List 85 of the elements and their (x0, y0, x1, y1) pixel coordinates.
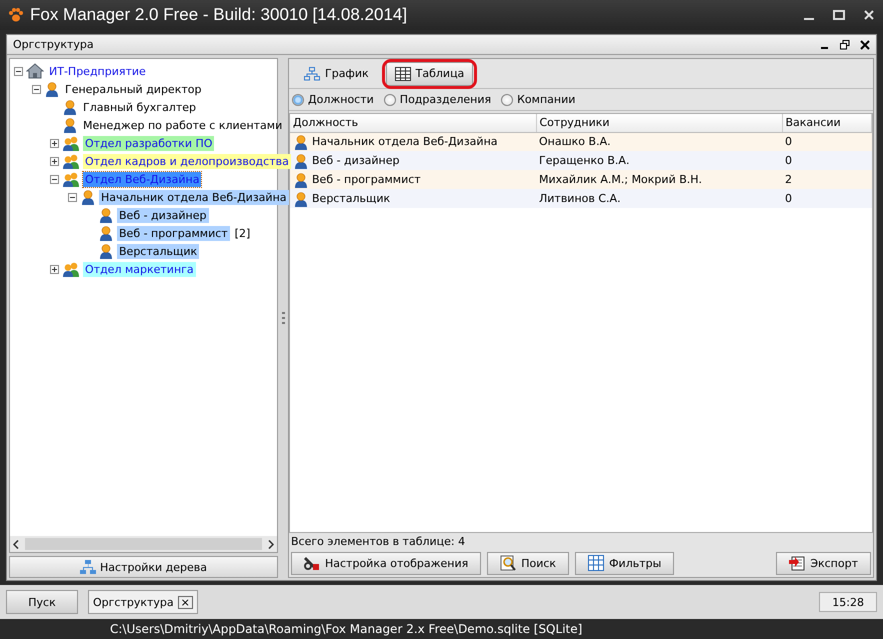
column-header[interactable]: Вакансии (782, 114, 872, 132)
tree-item[interactable]: Генеральный директор (63, 82, 204, 96)
table-cell: Верстальщик (312, 192, 390, 205)
count-text: [2] (234, 226, 250, 240)
column-header[interactable]: Сотрудники (536, 114, 782, 132)
tree-item[interactable]: Отдел кадров и делопроизводства (83, 154, 291, 168)
table-cell: Онашко В.А. (536, 132, 782, 151)
radio-button[interactable] (501, 94, 514, 106)
collapse-icon[interactable] (14, 66, 23, 76)
database-path: C:\Users\Dmitriy\AppData\Roaming\Fox Manager 2.x Free\Demo.sqlite [SQLite] (109, 621, 584, 638)
view-tab[interactable]: График (295, 62, 378, 86)
radio-button[interactable] (384, 94, 396, 106)
people-icon (62, 171, 80, 187)
export-icon (789, 555, 806, 571)
search-icon (500, 555, 516, 571)
hierarchy-icon (304, 66, 320, 80)
radio-label: Компании (517, 93, 576, 106)
table-cell: Веб - дизайнер (312, 154, 400, 167)
toolbar-button[interactable]: Фильтры (575, 552, 674, 574)
tree-item[interactable]: Веб - дизайнер (117, 208, 208, 222)
people-icon (62, 261, 80, 277)
table-cell: Веб - программист (312, 173, 421, 186)
restore-icon[interactable] (840, 40, 850, 50)
people-icon (62, 135, 80, 151)
scroll-right-icon[interactable] (268, 540, 274, 548)
person-icon (62, 99, 78, 115)
tree-settings-button[interactable]: Настройки дерева (9, 556, 278, 578)
export-button[interactable]: Экспорт (776, 552, 871, 574)
scroll-left-icon[interactable] (13, 540, 19, 548)
person-icon (62, 117, 78, 133)
maximize-icon[interactable] (833, 9, 845, 21)
start-button[interactable]: Пуск (6, 590, 78, 614)
table-cell: 0 (782, 151, 872, 170)
paw-icon (8, 7, 24, 23)
table-total-text: Всего элементов в таблице: 4 (290, 534, 466, 549)
filter-icon (588, 555, 604, 571)
person-icon (98, 225, 114, 241)
close-button[interactable]: × (178, 596, 193, 608)
hierarchy-icon (80, 560, 96, 574)
close-icon[interactable] (860, 40, 870, 50)
person-icon (293, 190, 309, 206)
person-icon (80, 189, 96, 205)
column-header[interactable]: Должность (290, 114, 536, 132)
person-icon (98, 243, 114, 259)
table-cell: Михайлик А.М.; Мокрий В.Н. (536, 170, 782, 189)
person-icon (293, 172, 309, 188)
tree-item[interactable]: Отдел разработки ПО (83, 136, 214, 150)
person-icon (98, 207, 114, 223)
table-icon (394, 66, 411, 80)
expand-icon[interactable] (50, 138, 59, 148)
radio-label: Должности (308, 93, 374, 106)
taskbar-tab-label: Оргструктура (93, 596, 174, 608)
clock: 15:28 (819, 592, 877, 612)
taskbar-tab[interactable]: Оргструктура × (88, 590, 198, 614)
tree-item[interactable]: Отдел маркетинга (83, 262, 196, 276)
table-cell: Геращенко В.А. (536, 151, 782, 170)
splitter-grip-icon[interactable] (282, 312, 284, 324)
tree-item[interactable]: ИТ-Предприятие (47, 64, 148, 78)
expand-icon[interactable] (50, 156, 59, 166)
person-icon (293, 152, 309, 168)
table-cell: Начальник отдела Веб-Дизайна (312, 135, 498, 148)
radio-button[interactable] (292, 94, 304, 106)
person-icon (293, 134, 309, 150)
tree-item[interactable]: Главный бухгалтер (81, 100, 198, 114)
collapse-icon[interactable] (32, 84, 41, 94)
radio-label: Подразделения (400, 93, 492, 106)
tree-item[interactable]: Веб - программист (117, 226, 230, 240)
expand-icon[interactable] (50, 264, 59, 274)
tree-item[interactable]: Верстальщик (117, 244, 200, 258)
collapse-icon[interactable] (50, 174, 59, 184)
table-cell: 0 (782, 189, 872, 208)
table-cell: 0 (782, 132, 872, 151)
tree-item[interactable]: Начальник отдела Веб-Дизайна (99, 190, 289, 204)
toolbar-button[interactable]: Настройка отображения (291, 552, 482, 574)
tree-item[interactable]: Менеджер по работе с клиентами (81, 118, 284, 132)
table-cell: Литвинов С.А. (536, 189, 782, 208)
panel-title: Оргструктура (13, 38, 95, 51)
person-icon (44, 81, 60, 97)
window-title: Fox Manager 2.0 Free - Build: 30010 [14.08.2014] (30, 5, 408, 25)
table-cell: 2 (782, 170, 872, 189)
collapse-icon[interactable] (68, 192, 77, 202)
toolbar-button[interactable]: Поиск (487, 552, 570, 574)
people-icon (62, 153, 80, 169)
house-icon (26, 63, 44, 79)
tools-icon (304, 555, 320, 571)
